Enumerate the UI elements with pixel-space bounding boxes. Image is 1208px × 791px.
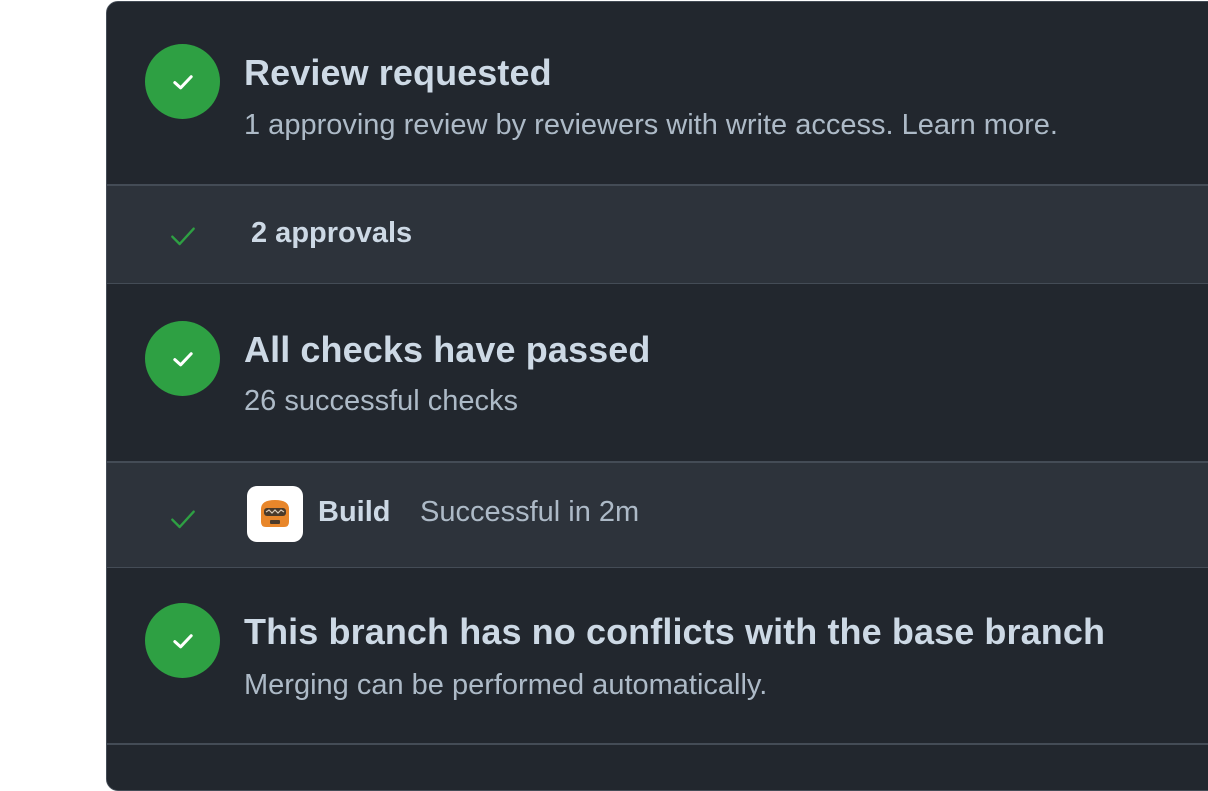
build-name[interactable]: Build (318, 496, 391, 529)
checks-title: All checks have passed (244, 329, 650, 371)
merge-subtitle: Merging can be performed automatically. (244, 669, 767, 702)
checks-check-icon (145, 321, 220, 396)
review-check-icon (145, 44, 220, 119)
merge-status-panel: Review requested 1 approving review by r… (106, 1, 1208, 791)
review-title: Review requested (244, 52, 552, 94)
approvals-label: 2 approvals (251, 217, 412, 250)
build-check-icon (167, 503, 199, 535)
review-section: Review requested 1 approving review by r… (107, 2, 1208, 184)
approvals-row[interactable]: 2 approvals (107, 186, 1208, 283)
merge-title: This branch has no conflicts with the ba… (244, 611, 1105, 653)
merge-section: This branch has no conflicts with the ba… (107, 568, 1208, 743)
merge-check-icon (145, 603, 220, 678)
approval-check-icon (167, 220, 199, 252)
review-subtitle: 1 approving review by reviewers with wri… (244, 109, 1058, 142)
checks-section: All checks have passed 26 successful che… (107, 284, 1208, 461)
build-status: Successful in 2m (420, 496, 639, 529)
build-check-row[interactable]: Build Successful in 2m (107, 463, 1208, 567)
checks-subtitle: 26 successful checks (244, 385, 518, 418)
next-section (107, 745, 1208, 791)
build-app-icon (247, 486, 303, 542)
